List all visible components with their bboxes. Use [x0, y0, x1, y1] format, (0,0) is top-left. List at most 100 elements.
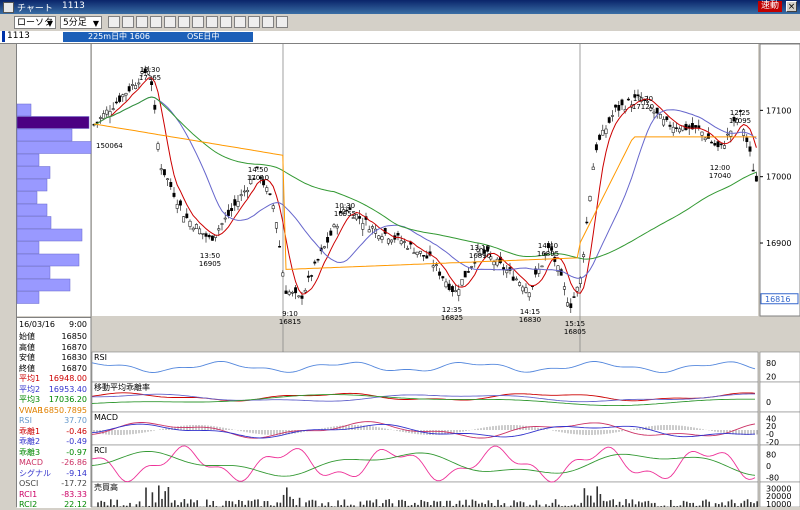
candle-body	[608, 118, 610, 123]
candle-body	[570, 304, 572, 308]
volume-bar	[424, 501, 426, 507]
candle-body	[122, 95, 124, 97]
volume-bar	[497, 500, 499, 507]
volume-bar	[158, 485, 160, 507]
candle-body	[134, 85, 136, 88]
annotation-time: 13:10	[470, 244, 490, 252]
candle-body	[576, 287, 578, 291]
volume-profile-bar	[17, 267, 50, 279]
annotation-time: 12:00	[710, 164, 730, 172]
volume-bar	[264, 501, 266, 507]
candle-body	[563, 287, 565, 290]
candle-body	[438, 272, 440, 276]
candle-body	[518, 282, 520, 285]
candle-body	[442, 276, 444, 278]
volume-bar	[171, 503, 173, 507]
candle-body	[381, 237, 383, 240]
volume-bar	[750, 502, 752, 507]
volume-bar	[523, 502, 525, 507]
candle-body	[419, 251, 421, 253]
indicator-title: MACD	[94, 413, 118, 422]
chart-canvas[interactable]: 1710017000169001681612:301716514:5017010…	[0, 0, 800, 507]
volume-profile-bar	[17, 142, 91, 154]
price-tick-label: 17000	[766, 173, 791, 182]
candle-body	[470, 266, 472, 267]
candle-body	[710, 142, 712, 143]
candle-body	[707, 134, 709, 139]
volume-profile-bar	[17, 217, 51, 229]
volume-bar	[536, 500, 538, 507]
candle-body	[752, 170, 754, 171]
volume-bar	[638, 501, 640, 507]
volume-bar	[254, 500, 256, 507]
volume-profile-bar	[17, 104, 31, 116]
candle-body	[166, 179, 168, 180]
volume-bar	[472, 500, 474, 507]
candle-body	[182, 217, 184, 223]
volume-bar	[654, 503, 656, 507]
volume-bar	[683, 501, 685, 507]
candle-body	[336, 226, 338, 228]
candle-body	[128, 86, 130, 91]
volume-bar	[504, 503, 506, 507]
candle-body	[301, 296, 303, 299]
volume-bar	[376, 499, 378, 507]
volume-bar	[692, 503, 694, 507]
volume-bar	[449, 501, 451, 507]
annotation-price: 16890	[469, 252, 491, 260]
annotation-time: 14:15	[520, 308, 540, 316]
volume-bar	[705, 500, 707, 507]
volume-bar	[612, 499, 614, 507]
candle-body	[115, 102, 117, 103]
candle-body	[189, 221, 191, 226]
candle-body	[294, 288, 296, 293]
volume-bar	[193, 502, 195, 507]
candle-body	[106, 110, 108, 114]
volume-bar	[481, 503, 483, 507]
volume-bar	[686, 502, 688, 507]
volume-bar	[187, 504, 189, 507]
candle-body	[496, 259, 498, 265]
volume-bar	[312, 500, 314, 507]
candle-body	[726, 134, 728, 135]
candle-body	[589, 196, 591, 200]
volume-bar	[756, 501, 758, 507]
volume-bar	[625, 499, 627, 507]
volume-bar	[283, 495, 285, 507]
candle-body	[659, 114, 661, 118]
candle-body	[371, 227, 373, 229]
candle-body	[307, 276, 309, 277]
volume-bar	[651, 503, 653, 507]
candle-body	[515, 279, 517, 280]
volume-bar	[232, 501, 234, 507]
candle-body	[618, 105, 620, 110]
candle-body	[701, 132, 703, 135]
candle-body	[275, 223, 277, 229]
candle-body	[749, 147, 751, 152]
volume-bar	[459, 501, 461, 507]
volume-bar	[689, 503, 691, 507]
candle-body	[493, 262, 495, 265]
volume-bar	[436, 502, 438, 507]
indicator-axis-label: -80	[766, 473, 779, 482]
candle-body	[566, 303, 568, 306]
candle-body	[246, 190, 248, 192]
volume-bar	[427, 502, 429, 507]
volume-bar	[369, 501, 371, 507]
volume-bar	[398, 500, 400, 507]
volume-bar	[100, 501, 102, 507]
volume-profile-bar	[17, 242, 39, 254]
candle-body	[390, 240, 392, 242]
volume-bar	[404, 501, 406, 507]
volume-bar	[747, 499, 749, 507]
candle-body	[666, 117, 668, 120]
indicator-axis-label: 80	[766, 359, 776, 368]
price-tick-label: 16900	[766, 239, 791, 248]
volume-bar	[257, 499, 259, 507]
volume-bar	[590, 496, 592, 507]
annotation-price: 16825	[441, 314, 463, 322]
candle-body	[278, 246, 280, 247]
volume-bar	[731, 500, 733, 507]
candle-body	[656, 108, 658, 113]
candle-body	[522, 287, 524, 291]
